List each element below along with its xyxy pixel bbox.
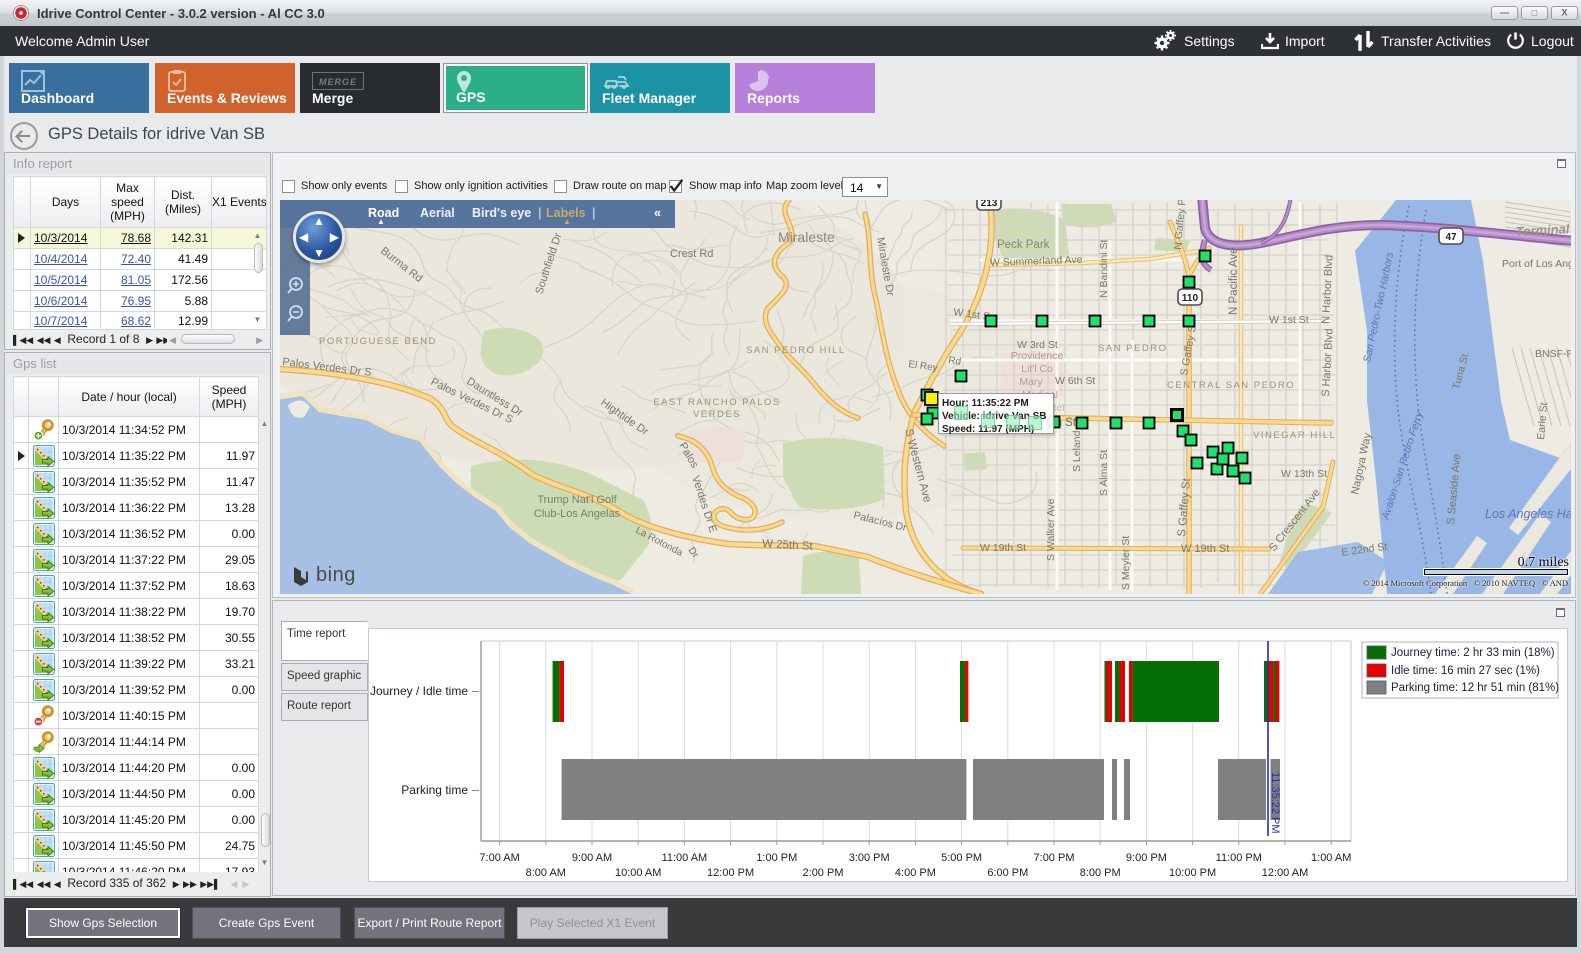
svg-text:1:00 PM: 1:00 PM [756, 852, 797, 864]
svg-text:12:00 AM: 12:00 AM [1262, 867, 1308, 879]
svg-text:Port of Los Angel: Port of Los Angel [1502, 258, 1571, 270]
svg-text:Lit'l Co: Lit'l Co [1021, 363, 1053, 375]
svg-text:Idle time: 16 min 27 sec (1%): Idle time: 16 min 27 sec (1%) [1391, 665, 1540, 677]
svg-text:12:00 PM: 12:00 PM [707, 867, 754, 879]
svg-text:W 1st St: W 1st St [1269, 314, 1309, 326]
svg-text:W 13th St: W 13th St [1281, 468, 1327, 480]
svg-text:W 19th St: W 19th St [1181, 543, 1229, 555]
svg-text:9:00 AM: 9:00 AM [572, 852, 612, 864]
svg-text:110: 110 [1182, 293, 1199, 304]
svg-text:7:00 AM: 7:00 AM [479, 852, 519, 864]
svg-text:47: 47 [1445, 232, 1457, 243]
svg-text:Parking time: 12 hr 51 min (81: Parking time: 12 hr 51 min (81%) [1391, 682, 1559, 694]
svg-text:EAST RANCHO PALOS: EAST RANCHO PALOS [653, 397, 781, 408]
svg-text:11:00 PM: 11:00 PM [1216, 852, 1262, 864]
svg-text:213: 213 [981, 200, 998, 209]
svg-text:VINEGAR HILL: VINEGAR HILL [1253, 430, 1336, 441]
svg-text:Miraleste: Miraleste [778, 229, 835, 245]
svg-text:Club-Los Angelas: Club-Los Angelas [534, 508, 621, 520]
svg-text:W 19th St: W 19th St [980, 542, 1026, 554]
svg-text:7:00 PM: 7:00 PM [1034, 852, 1075, 864]
svg-text:Crest Rd: Crest Rd [670, 248, 713, 260]
svg-text:S Leland: S Leland [1071, 430, 1083, 472]
svg-text:8:00 PM: 8:00 PM [1080, 867, 1121, 879]
svg-text:CENTRAL SAN PEDRO: CENTRAL SAN PEDRO [1167, 380, 1295, 391]
svg-text:10:00 AM: 10:00 AM [615, 867, 661, 879]
svg-text:6:00 PM: 6:00 PM [987, 867, 1028, 879]
svg-text:S Meyler St: S Meyler St [1120, 536, 1132, 590]
svg-text:1:00 AM: 1:00 AM [1311, 852, 1351, 864]
svg-text:SAN PEDRO: SAN PEDRO [1098, 343, 1167, 354]
svg-text:Los Angeles Harb: Los Angeles Harb [1485, 507, 1571, 521]
svg-text:Trump Nat'l Golf: Trump Nat'l Golf [537, 494, 617, 506]
svg-text:S Walker Ave: S Walker Ave [1045, 498, 1057, 561]
svg-text:11:00 AM: 11:00 AM [662, 852, 708, 864]
svg-text:Rd: Rd [948, 355, 962, 368]
svg-text:W 6th St: W 6th St [1055, 375, 1095, 387]
svg-text:Journey time: 2 hr 33 min (18%: Journey time: 2 hr 33 min (18%) [1391, 647, 1555, 659]
svg-text:SAN PEDRO HILL: SAN PEDRO HILL [746, 345, 846, 356]
svg-text:Terminal Is: Terminal Is [1515, 220, 1571, 239]
svg-text:Peck Park: Peck Park [997, 239, 1050, 251]
svg-text:5:00 PM: 5:00 PM [941, 852, 982, 864]
svg-text:N Bandini St: N Bandini St [1098, 240, 1110, 298]
svg-text:11:35:22 PM: 11:35:22 PM [1269, 772, 1281, 834]
svg-text:S Alma St: S Alma St [1098, 450, 1110, 496]
svg-text:PORTUGUESE BEND: PORTUGUESE BEND [319, 336, 437, 347]
svg-text:Providence: Providence [1011, 350, 1064, 362]
svg-text:3:00 PM: 3:00 PM [849, 852, 890, 864]
svg-text:8:00 AM: 8:00 AM [526, 867, 566, 879]
svg-text:10:00 PM: 10:00 PM [1169, 867, 1216, 879]
svg-text:BNSF-Port: BNSF-Port [1535, 348, 1571, 360]
svg-text:N Pacific Ave: N Pacific Ave [1228, 247, 1240, 315]
svg-text:9:00 PM: 9:00 PM [1126, 852, 1167, 864]
svg-text:2:00 PM: 2:00 PM [803, 867, 844, 879]
svg-text:Mary: Mary [1019, 376, 1043, 388]
svg-text:VERDES: VERDES [693, 409, 741, 420]
svg-text:4:00 PM: 4:00 PM [895, 867, 936, 879]
